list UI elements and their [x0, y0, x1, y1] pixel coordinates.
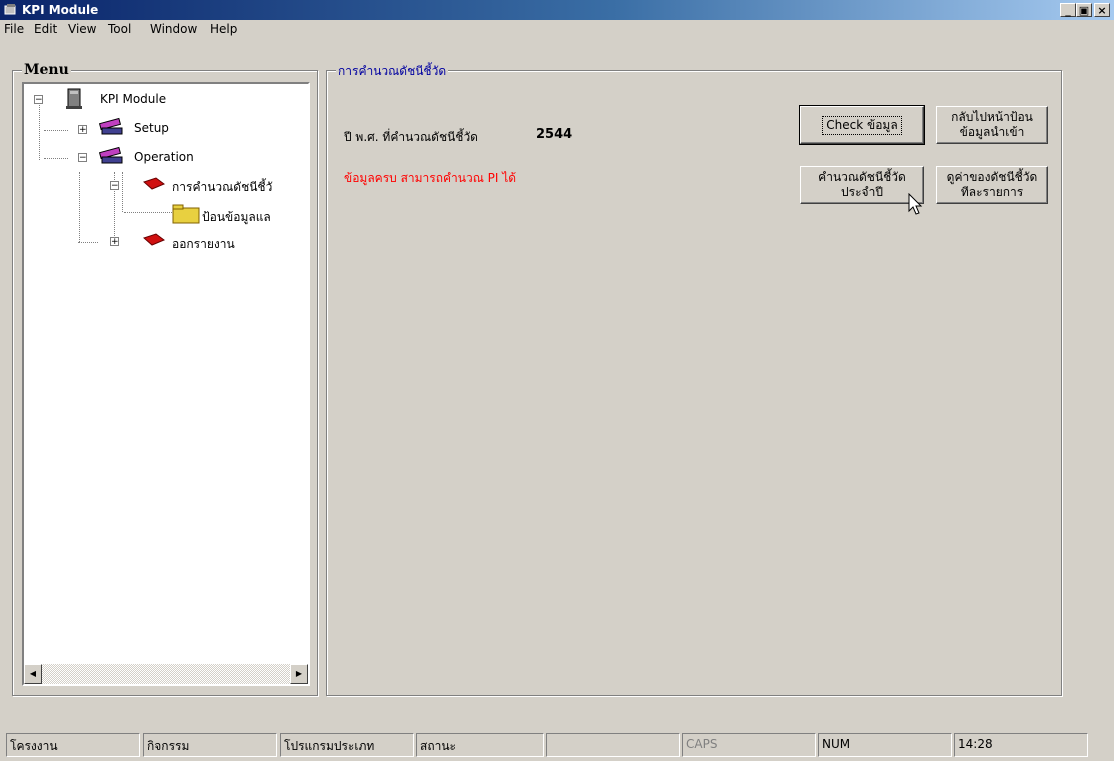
status-state: สถานะ	[416, 733, 544, 757]
menu-edit[interactable]: Edit	[34, 22, 57, 36]
minimize-button[interactable]: _	[1060, 3, 1076, 17]
book-icon	[143, 233, 165, 246]
books-icon	[98, 117, 123, 135]
status-program-type: โปรแกรมประเภท	[280, 733, 414, 757]
year-label: ปี พ.ศ. ที่คำนวณดัชนีชี้วัด	[344, 130, 478, 144]
scroll-left-icon[interactable]: ◀	[24, 664, 42, 684]
menu-tree[interactable]: − KPI Module + Setup − Operation − การคำ…	[22, 82, 310, 686]
status-project: โครงงาน	[6, 733, 140, 757]
back-to-input-button[interactable]: กลับไปหน้าป้อน ข้อมูลนำเข้า	[936, 106, 1048, 144]
folder-icon	[172, 204, 200, 224]
menu-file[interactable]: File	[4, 22, 24, 36]
window-title: KPI Module	[22, 3, 99, 17]
tree-item-operation[interactable]: Operation	[134, 150, 194, 164]
tree-expander[interactable]: −	[34, 95, 43, 105]
close-button[interactable]: ×	[1094, 3, 1110, 17]
mouse-cursor-icon	[908, 193, 923, 215]
tree-item-kpi-module[interactable]: KPI Module	[100, 92, 166, 106]
menu-panel-title: Menu	[22, 62, 71, 78]
title-bar: KPI Module _ ▣ ×	[0, 0, 1114, 20]
tree-expander[interactable]: −	[110, 181, 119, 191]
view-kpi-values-button[interactable]: ดูค่าของดัชนีชี้วัด ทีละรายการ	[936, 166, 1048, 204]
tree-expander[interactable]: +	[110, 237, 119, 247]
status-message: ข้อมูลครบ สามารถคำนวณ PI ได้	[344, 171, 517, 185]
check-data-button[interactable]: Check ข้อมูล	[799, 105, 925, 145]
calculate-kpi-button[interactable]: คำนวณดัชนีชี้วัด ประจำปี	[800, 166, 924, 204]
status-caps: CAPS	[682, 733, 816, 757]
menu-window[interactable]: Window	[150, 22, 197, 36]
maximize-button[interactable]: ▣	[1076, 3, 1092, 17]
tree-item-kpi-calc[interactable]: การคำนวณดัชนีชี้วั	[172, 178, 272, 197]
status-clock: 14:28	[954, 733, 1088, 757]
status-empty	[546, 733, 680, 757]
menu-tool[interactable]: Tool	[108, 22, 131, 36]
tree-horizontal-scrollbar[interactable]: ◀ ▶	[24, 664, 308, 684]
status-activity: กิจกรรม	[143, 733, 277, 757]
menu-help[interactable]: Help	[210, 22, 237, 36]
tree-item-setup[interactable]: Setup	[134, 121, 169, 135]
kpi-calc-panel	[326, 70, 1062, 696]
computer-icon	[66, 88, 82, 109]
year-value: 2544	[536, 127, 573, 142]
menu-view[interactable]: View	[68, 22, 96, 36]
tree-expander[interactable]: −	[78, 153, 87, 163]
books-icon	[98, 146, 123, 164]
book-icon	[143, 177, 165, 190]
kpi-calc-panel-title: การคำนวณดัชนีชี้วัด	[336, 62, 449, 81]
menu-bar: File Edit View Tool Window Help	[0, 20, 1114, 38]
tree-item-data-entry[interactable]: ป้อนข้อมูลแล	[202, 208, 271, 227]
tree-item-report[interactable]: ออกรายงาน	[172, 235, 235, 254]
tree-expander[interactable]: +	[78, 125, 87, 135]
status-num: NUM	[818, 733, 952, 757]
app-icon	[4, 4, 16, 15]
scroll-right-icon[interactable]: ▶	[290, 664, 308, 684]
